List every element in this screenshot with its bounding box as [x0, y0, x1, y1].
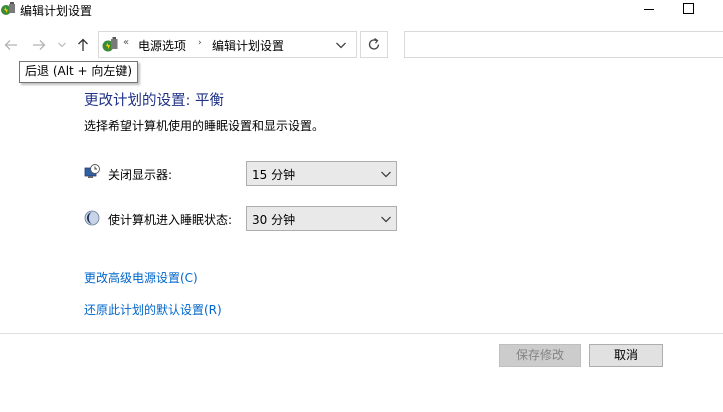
turn-off-display-select[interactable]: 15 分钟	[246, 161, 397, 186]
sleep-value: 30 分钟	[252, 213, 296, 227]
sleep-label: 使计算机进入睡眠状态:	[108, 213, 233, 227]
arrow-up-icon	[78, 38, 88, 51]
minimize-button[interactable]	[627, 0, 673, 20]
display-timer-icon	[84, 164, 100, 180]
breadcrumb-edit-plan[interactable]: 编辑计划设置	[212, 37, 284, 54]
sleep-select[interactable]: 30 分钟	[246, 206, 397, 231]
window-title: 编辑计划设置	[20, 4, 93, 18]
save-changes-button[interactable]: 保存修改	[499, 344, 581, 367]
page-description: 选择希望计算机使用的睡眠设置和显示设置。	[84, 119, 325, 133]
maximize-button[interactable]	[673, 0, 707, 20]
back-tooltip: 后退 (Alt + 向左键)	[19, 61, 139, 83]
turn-off-display-label: 关闭显示器:	[108, 168, 173, 182]
refresh-button[interactable]	[360, 31, 388, 58]
search-input[interactable]	[404, 31, 723, 58]
forward-button[interactable]	[30, 36, 48, 54]
recent-locations-button[interactable]	[56, 36, 68, 54]
chevron-down-icon	[381, 171, 391, 178]
page-title: 更改计划的设置: 平衡	[84, 93, 224, 109]
address-dropdown-button[interactable]	[333, 36, 349, 54]
breadcrumb-overflow[interactable]: «	[123, 37, 129, 48]
chevron-down-icon	[58, 42, 66, 48]
advanced-power-settings-link[interactable]: 更改高级电源设置(C)	[84, 269, 198, 286]
arrow-left-icon	[4, 40, 17, 50]
cancel-button[interactable]: 取消	[589, 344, 663, 367]
address-bar[interactable]: « 电源选项 › 编辑计划设置	[98, 31, 357, 58]
back-button[interactable]	[2, 36, 20, 54]
arrow-right-icon	[33, 40, 46, 50]
turn-off-display-value: 15 分钟	[252, 168, 296, 182]
refresh-icon	[368, 38, 380, 50]
chevron-down-icon	[381, 216, 391, 223]
breadcrumb-separator[interactable]: ›	[198, 38, 202, 48]
chevron-down-icon	[336, 42, 346, 49]
up-button[interactable]	[74, 36, 92, 54]
power-options-icon	[0, 1, 16, 17]
breadcrumb-power-options[interactable]: 电源选项	[138, 37, 186, 54]
sleep-moon-icon	[84, 210, 100, 226]
restore-defaults-link[interactable]: 还原此计划的默认设置(R)	[84, 301, 222, 318]
power-options-icon	[101, 36, 119, 54]
footer-divider	[0, 333, 723, 334]
